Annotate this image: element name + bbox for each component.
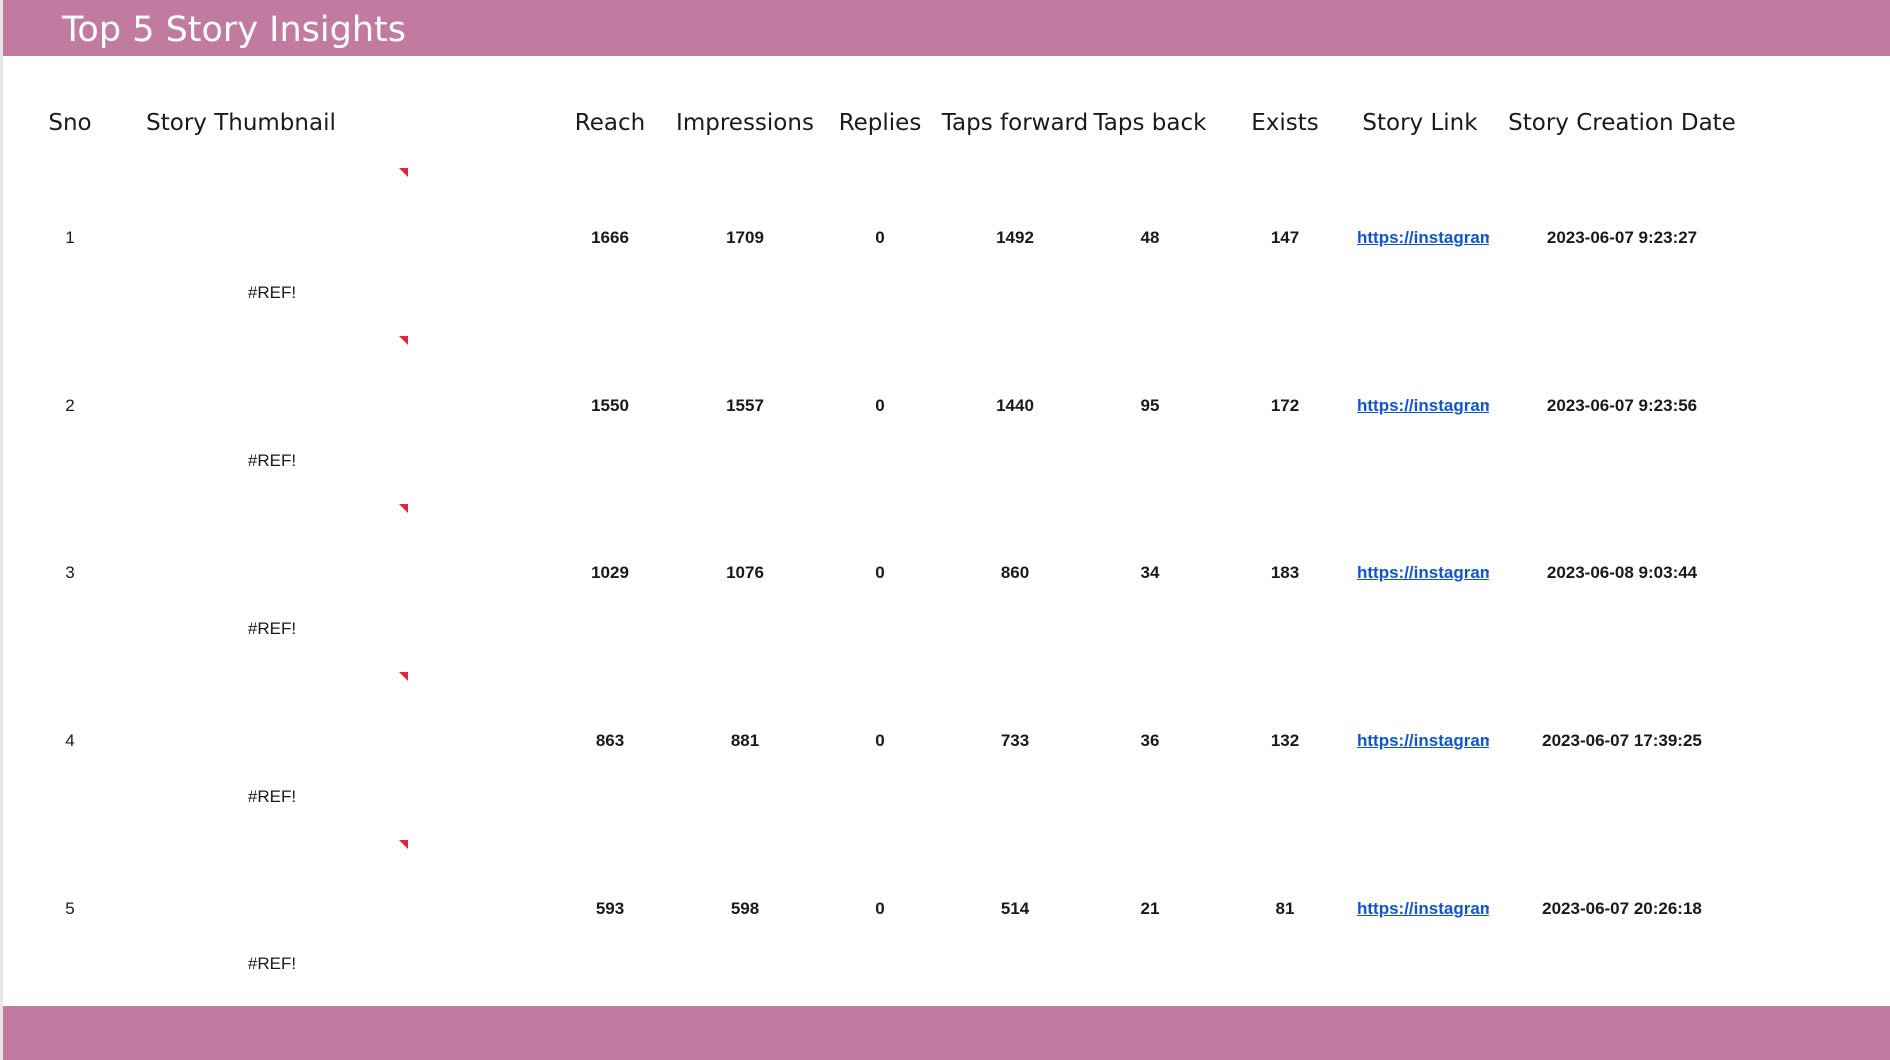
note-indicator-icon[interactable] (399, 168, 408, 177)
row-sno[interactable]: 2 (65, 395, 74, 417)
row-creation-date[interactable]: 2023-06-08 9:03:44 (1547, 562, 1697, 584)
row-thumbnail[interactable]: #REF! (248, 953, 296, 975)
row-exists[interactable]: 81 (1276, 898, 1295, 920)
row-taps-back[interactable]: 48 (1141, 227, 1160, 249)
row-creation-date[interactable]: 2023-06-07 17:39:25 (1542, 730, 1702, 752)
row-impressions[interactable]: 1076 (726, 562, 764, 584)
row-exists[interactable]: 132 (1271, 730, 1299, 752)
row-impressions[interactable]: 598 (731, 898, 759, 920)
header-exists[interactable]: Exists (1251, 107, 1319, 139)
row-taps-back[interactable]: 36 (1141, 730, 1160, 752)
header-taps-back[interactable]: Taps back (1094, 107, 1207, 139)
row-replies[interactable]: 0 (875, 730, 884, 752)
row-taps-back[interactable]: 95 (1141, 395, 1160, 417)
row-replies[interactable]: 0 (875, 227, 884, 249)
row-reach[interactable]: 1029 (591, 562, 629, 584)
row-story-link[interactable]: https://instagram (1357, 730, 1489, 752)
header-creation-date[interactable]: Story Creation Date (1508, 107, 1736, 139)
row-creation-date[interactable]: 2023-06-07 9:23:27 (1547, 227, 1697, 249)
row-impressions[interactable]: 881 (731, 730, 759, 752)
header-thumbnail[interactable]: Story Thumbnail (146, 107, 336, 139)
page-title: Top 5 Story Insights (62, 10, 406, 50)
row-reach[interactable]: 1666 (591, 227, 629, 249)
row-thumbnail[interactable]: #REF! (248, 618, 296, 640)
sheet-canvas: Top 5 Story Insights Sno Story Thumbnail… (0, 0, 1890, 1060)
row-story-link[interactable]: https://instagram (1357, 395, 1489, 417)
row-replies[interactable]: 0 (875, 562, 884, 584)
row-taps-forward[interactable]: 733 (1001, 730, 1029, 752)
row-thumbnail[interactable]: #REF! (248, 282, 296, 304)
row-reach[interactable]: 863 (596, 730, 624, 752)
header-impressions[interactable]: Impressions (676, 107, 814, 139)
row-story-link[interactable]: https://instagram (1357, 227, 1489, 249)
row-creation-date[interactable]: 2023-06-07 9:23:56 (1547, 395, 1697, 417)
note-indicator-icon[interactable] (399, 840, 408, 849)
row-taps-forward[interactable]: 1492 (996, 227, 1034, 249)
row-sno[interactable]: 4 (65, 730, 74, 752)
row-reach[interactable]: 1550 (591, 395, 629, 417)
row-taps-forward[interactable]: 514 (1001, 898, 1029, 920)
row-thumbnail[interactable]: #REF! (248, 786, 296, 808)
row-exists[interactable]: 172 (1271, 395, 1299, 417)
header-replies[interactable]: Replies (839, 107, 922, 139)
row-replies[interactable]: 0 (875, 898, 884, 920)
title-banner: Top 5 Story Insights (3, 0, 1890, 56)
note-indicator-icon[interactable] (399, 336, 408, 345)
row-taps-forward[interactable]: 860 (1001, 562, 1029, 584)
row-exists[interactable]: 183 (1271, 562, 1299, 584)
header-story-link[interactable]: Story Link (1362, 107, 1477, 139)
row-taps-back[interactable]: 21 (1141, 898, 1160, 920)
header-sno[interactable]: Sno (48, 107, 91, 139)
row-reach[interactable]: 593 (596, 898, 624, 920)
row-story-link[interactable]: https://instagram (1357, 562, 1489, 584)
header-reach[interactable]: Reach (575, 107, 645, 139)
row-sno[interactable]: 5 (65, 898, 74, 920)
row-sno[interactable]: 3 (65, 562, 74, 584)
note-indicator-icon[interactable] (399, 504, 408, 513)
row-sno[interactable]: 1 (65, 227, 74, 249)
row-creation-date[interactable]: 2023-06-07 20:26:18 (1542, 898, 1702, 920)
row-story-link[interactable]: https://instagram (1357, 898, 1489, 920)
footer-band (3, 1006, 1890, 1060)
row-impressions[interactable]: 1557 (726, 395, 764, 417)
sheet-left-gridline (0, 0, 3, 1060)
row-thumbnail[interactable]: #REF! (248, 450, 296, 472)
row-replies[interactable]: 0 (875, 395, 884, 417)
row-taps-back[interactable]: 34 (1141, 562, 1160, 584)
row-taps-forward[interactable]: 1440 (996, 395, 1034, 417)
row-exists[interactable]: 147 (1271, 227, 1299, 249)
row-impressions[interactable]: 1709 (726, 227, 764, 249)
note-indicator-icon[interactable] (399, 672, 408, 681)
header-taps-forward[interactable]: Taps forward (942, 107, 1088, 139)
